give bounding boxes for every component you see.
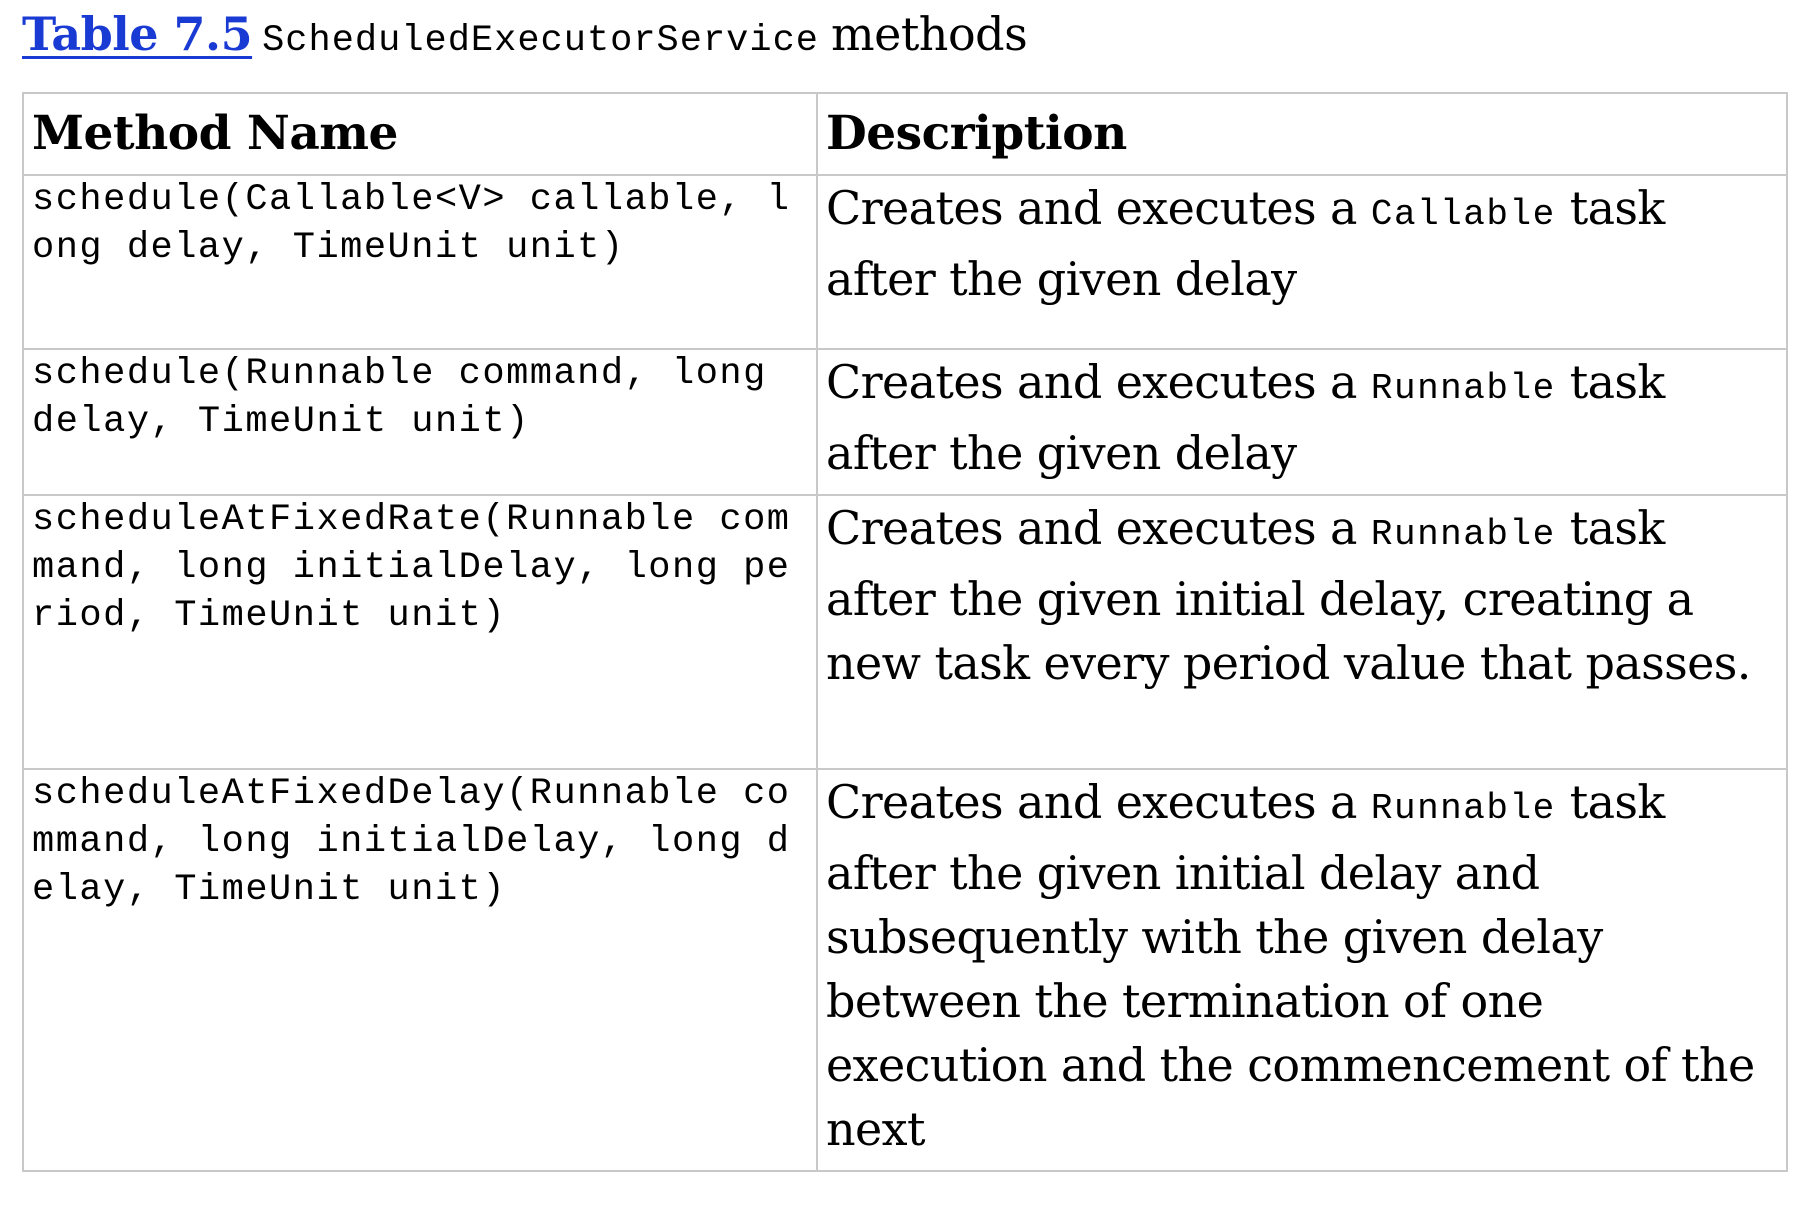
table-row: scheduleAtFixedRate(Runnable command, lo… — [22, 494, 1788, 770]
table-row: scheduleAtFixedDelay(Runnable command, l… — [22, 768, 1788, 1172]
description-code: Runnable — [1370, 788, 1556, 829]
description-code: Runnable — [1370, 514, 1556, 555]
method-signature: schedule(Callable<V> callable, long dela… — [22, 174, 818, 350]
table-row: schedule(Callable<V> callable, long dela… — [22, 174, 1788, 350]
description-text: task after the given initial delay and s… — [826, 775, 1755, 1156]
table-header-row: Method Name Description — [22, 92, 1788, 176]
method-signature: scheduleAtFixedDelay(Runnable command, l… — [22, 768, 818, 1172]
method-signature: schedule(Runnable command, long delay, T… — [22, 348, 818, 496]
method-description: Creates and executes a Runnable task aft… — [816, 494, 1788, 770]
description-text: Creates and executes a — [826, 355, 1371, 409]
header-method-name: Method Name — [22, 92, 818, 176]
table-caption: Table 7.5 ScheduledExecutorService methods — [22, 4, 1028, 66]
description-code: Runnable — [1370, 368, 1556, 409]
method-description: Creates and executes a Runnable task aft… — [816, 348, 1788, 496]
table-number-link[interactable]: Table 7.5 — [22, 7, 253, 61]
description-text: Creates and executes a — [826, 501, 1371, 555]
description-text: Creates and executes a — [826, 181, 1371, 235]
method-description: Creates and executes a Runnable task aft… — [816, 768, 1788, 1172]
method-signature: scheduleAtFixedRate(Runnable command, lo… — [22, 494, 818, 770]
header-description: Description — [816, 92, 1788, 176]
caption-text: methods — [830, 7, 1028, 61]
table-row: schedule(Runnable command, long delay, T… — [22, 348, 1788, 496]
caption-class-name: ScheduledExecutorService — [262, 20, 819, 62]
method-description: Creates and executes a Callable task aft… — [816, 174, 1788, 350]
description-text: Creates and executes a — [826, 775, 1371, 829]
methods-table: Method Name Description schedule(Callabl… — [22, 92, 1788, 1172]
description-code: Callable — [1370, 194, 1556, 235]
